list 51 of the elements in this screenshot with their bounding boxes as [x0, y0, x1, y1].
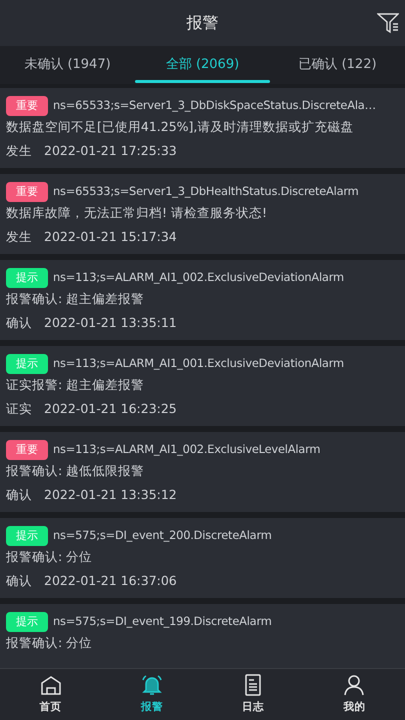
alarm-card[interactable]: 重要 ns=113;s=ALARM_AI1_002.ExclusiveLevelAlarm 报警确认: 越低低限报警 确认 2022-01-21 13:35:12	[0, 432, 405, 512]
alarm-message: 报警确认: 超主偏差报警	[6, 291, 144, 306]
alarm-message: 报警确认: 越低低限报警	[6, 463, 144, 478]
alarm-source: ns=113;s=ALARM_AI1_001.ExclusiveDeviationAlarm	[53, 355, 344, 372]
alarm-source: ns=575;s=DI_event_200.DiscreteAlarm	[53, 527, 272, 544]
nav-tab[interactable]: 日志	[202, 669, 304, 720]
alarm-status: 发生	[6, 143, 32, 158]
alarm-message: 数据盘空间不足[已使用41.25%],请及时清理数据或扩充磁盘	[6, 119, 354, 134]
alarm-source: ns=65533;s=Server1_3_DbHealthStatus.DiscreteAlarm	[53, 183, 359, 200]
alarm-source: ns=113;s=ALARM_AI1_002.ExclusiveLevelAlarm	[53, 441, 320, 458]
severity-tag: 提示	[6, 354, 48, 374]
alarm-time: 2022-01-21 13:35:12	[44, 487, 177, 502]
alarm-status: 确认	[6, 315, 32, 330]
nav-tab[interactable]: 我的	[304, 669, 405, 720]
severity-tag: 提示	[6, 612, 48, 632]
severity-tag: 提示	[6, 268, 48, 288]
alarm-card[interactable]: 提示 ns=113;s=ALARM_AI1_002.ExclusiveDeviationAlarm 报警确认: 超主偏差报警 确认 2022-01-21 13:35:11	[0, 260, 405, 340]
alarm-time: 2022-01-21 17:25:33	[44, 143, 177, 158]
alarm-card[interactable]: 重要 ns=65533;s=Server1_3_DbDiskSpaceStatus.DiscreteAla… 数据盘空间不足[已使用41.25%],请及时清理数据或扩充磁盘 发生 2022-01-21 17:25:33	[0, 88, 405, 168]
severity-tag: 提示	[6, 526, 48, 546]
nav-tab[interactable]: 报警	[101, 669, 202, 720]
alarm-time: 2022-01-21 15:17:34	[44, 229, 177, 244]
filter-tab[interactable]: 全部 (2069)	[135, 46, 270, 84]
alarm-source: ns=575;s=DI_event_199.DiscreteAlarm	[53, 613, 272, 630]
alarm-card[interactable]: 提示 ns=575;s=DI_event_199.DiscreteAlarm 报警确认: 分位	[0, 604, 405, 668]
bell-icon	[140, 673, 164, 698]
nav-tab[interactable]: 首页	[0, 669, 102, 720]
page-title: 报警	[186, 12, 218, 34]
filter-tab[interactable]: 未确认 (1947)	[0, 46, 135, 84]
filter-tab[interactable]: 已确认 (122)	[270, 46, 405, 84]
alarm-source: ns=65533;s=Server1_3_DbDiskSpaceStatus.DiscreteAla…	[53, 97, 376, 114]
severity-tag: 重要	[6, 96, 48, 116]
severity-tag: 重要	[6, 182, 48, 202]
alarm-source: ns=113;s=ALARM_AI1_002.ExclusiveDeviationAlarm	[53, 269, 344, 286]
alarm-message: 报警确认: 分位	[6, 635, 92, 650]
severity-tag: 重要	[6, 440, 48, 460]
alarm-time: 2022-01-21 13:35:11	[44, 315, 177, 330]
alarm-card[interactable]: 重要 ns=65533;s=Server1_3_DbHealthStatus.DiscreteAlarm 数据库故障，无法正常归档! 请检查服务状态! 发生 2022-01-21 15:17:34	[0, 174, 405, 254]
alarm-status: 证实	[6, 401, 32, 416]
user-icon	[342, 673, 366, 698]
alarm-status: 发生	[6, 229, 32, 244]
alarm-card[interactable]: 提示 ns=575;s=DI_event_200.DiscreteAlarm 报警确认: 分位 确认 2022-01-21 16:37:06	[0, 518, 405, 598]
alarm-status: 确认	[6, 573, 32, 588]
alarm-message: 数据库故障，无法正常归档! 请检查服务状态!	[6, 205, 267, 220]
alarm-message: 报警确认: 分位	[6, 549, 92, 564]
alarm-status: 确认	[6, 487, 32, 502]
alarm-card[interactable]: 提示 ns=113;s=ALARM_AI1_001.ExclusiveDeviationAlarm 证实报警: 超主偏差报警 证实 2022-01-21 16:23:25	[0, 346, 405, 426]
alarm-message: 证实报警: 超主偏差报警	[6, 377, 144, 392]
filter-icon[interactable]	[377, 12, 399, 34]
alarm-time: 2022-01-21 16:37:06	[44, 573, 177, 588]
alarm-time: 2022-01-21 16:23:25	[44, 401, 177, 416]
